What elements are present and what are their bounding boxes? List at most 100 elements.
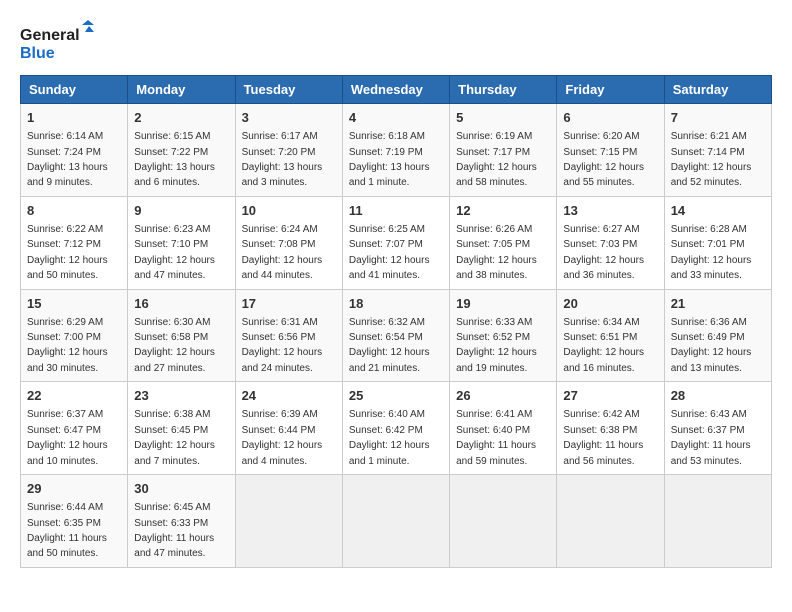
day-info: Sunrise: 6:36 AMSunset: 6:49 PMDaylight:… [671,317,752,374]
day-info: Sunrise: 6:33 AMSunset: 6:52 PMDaylight:… [456,317,537,374]
calendar-cell: 28 Sunrise: 6:43 AMSunset: 6:37 PMDaylig… [664,382,771,475]
day-info: Sunrise: 6:34 AMSunset: 6:51 PMDaylight:… [563,317,644,374]
day-info: Sunrise: 6:15 AMSunset: 7:22 PMDaylight:… [134,131,215,188]
calendar-cell: 4 Sunrise: 6:18 AMSunset: 7:19 PMDayligh… [342,104,449,197]
day-header-saturday: Saturday [664,76,771,104]
day-info: Sunrise: 6:44 AMSunset: 6:35 PMDaylight:… [27,502,107,559]
day-number: 8 [27,202,121,220]
calendar-cell: 26 Sunrise: 6:41 AMSunset: 6:40 PMDaylig… [450,382,557,475]
day-info: Sunrise: 6:23 AMSunset: 7:10 PMDaylight:… [134,224,215,281]
week-row-1: 1 Sunrise: 6:14 AMSunset: 7:24 PMDayligh… [21,104,772,197]
day-info: Sunrise: 6:21 AMSunset: 7:14 PMDaylight:… [671,131,752,188]
calendar-cell: 5 Sunrise: 6:19 AMSunset: 7:17 PMDayligh… [450,104,557,197]
calendar-cell: 27 Sunrise: 6:42 AMSunset: 6:38 PMDaylig… [557,382,664,475]
calendar-cell [664,475,771,568]
calendar-cell: 23 Sunrise: 6:38 AMSunset: 6:45 PMDaylig… [128,382,235,475]
day-info: Sunrise: 6:39 AMSunset: 6:44 PMDaylight:… [242,409,323,466]
day-number: 2 [134,109,228,127]
day-info: Sunrise: 6:20 AMSunset: 7:15 PMDaylight:… [563,131,644,188]
day-header-friday: Friday [557,76,664,104]
svg-text:Blue: Blue [20,45,55,62]
day-number: 13 [563,202,657,220]
day-number: 19 [456,295,550,313]
day-info: Sunrise: 6:22 AMSunset: 7:12 PMDaylight:… [27,224,108,281]
calendar-cell: 14 Sunrise: 6:28 AMSunset: 7:01 PMDaylig… [664,196,771,289]
calendar-cell: 29 Sunrise: 6:44 AMSunset: 6:35 PMDaylig… [21,475,128,568]
day-info: Sunrise: 6:18 AMSunset: 7:19 PMDaylight:… [349,131,430,188]
day-header-monday: Monday [128,76,235,104]
calendar-cell: 11 Sunrise: 6:25 AMSunset: 7:07 PMDaylig… [342,196,449,289]
calendar-cell [557,475,664,568]
day-header-thursday: Thursday [450,76,557,104]
day-info: Sunrise: 6:37 AMSunset: 6:47 PMDaylight:… [27,409,108,466]
day-number: 3 [242,109,336,127]
logo: General Blue [20,20,100,65]
day-info: Sunrise: 6:17 AMSunset: 7:20 PMDaylight:… [242,131,323,188]
calendar-cell: 3 Sunrise: 6:17 AMSunset: 7:20 PMDayligh… [235,104,342,197]
day-number: 18 [349,295,443,313]
day-number: 14 [671,202,765,220]
day-info: Sunrise: 6:41 AMSunset: 6:40 PMDaylight:… [456,409,536,466]
day-info: Sunrise: 6:28 AMSunset: 7:01 PMDaylight:… [671,224,752,281]
day-info: Sunrise: 6:40 AMSunset: 6:42 PMDaylight:… [349,409,430,466]
calendar-cell: 22 Sunrise: 6:37 AMSunset: 6:47 PMDaylig… [21,382,128,475]
calendar-cell: 30 Sunrise: 6:45 AMSunset: 6:33 PMDaylig… [128,475,235,568]
calendar-cell: 6 Sunrise: 6:20 AMSunset: 7:15 PMDayligh… [557,104,664,197]
day-info: Sunrise: 6:32 AMSunset: 6:54 PMDaylight:… [349,317,430,374]
calendar-cell: 19 Sunrise: 6:33 AMSunset: 6:52 PMDaylig… [450,289,557,382]
day-number: 26 [456,387,550,405]
week-row-2: 8 Sunrise: 6:22 AMSunset: 7:12 PMDayligh… [21,196,772,289]
day-info: Sunrise: 6:14 AMSunset: 7:24 PMDaylight:… [27,131,108,188]
calendar-cell: 7 Sunrise: 6:21 AMSunset: 7:14 PMDayligh… [664,104,771,197]
day-number: 25 [349,387,443,405]
day-number: 21 [671,295,765,313]
day-info: Sunrise: 6:19 AMSunset: 7:17 PMDaylight:… [456,131,537,188]
calendar-cell [450,475,557,568]
calendar-cell: 1 Sunrise: 6:14 AMSunset: 7:24 PMDayligh… [21,104,128,197]
svg-text:General: General [20,27,80,44]
calendar-cell [235,475,342,568]
week-row-3: 15 Sunrise: 6:29 AMSunset: 7:00 PMDaylig… [21,289,772,382]
day-number: 22 [27,387,121,405]
day-number: 16 [134,295,228,313]
day-number: 6 [563,109,657,127]
logo-icon: General Blue [20,20,100,65]
day-number: 12 [456,202,550,220]
calendar-cell: 17 Sunrise: 6:31 AMSunset: 6:56 PMDaylig… [235,289,342,382]
week-row-5: 29 Sunrise: 6:44 AMSunset: 6:35 PMDaylig… [21,475,772,568]
day-info: Sunrise: 6:29 AMSunset: 7:00 PMDaylight:… [27,317,108,374]
day-info: Sunrise: 6:38 AMSunset: 6:45 PMDaylight:… [134,409,215,466]
day-number: 28 [671,387,765,405]
day-number: 15 [27,295,121,313]
day-header-wednesday: Wednesday [342,76,449,104]
day-number: 23 [134,387,228,405]
day-number: 17 [242,295,336,313]
calendar-table: SundayMondayTuesdayWednesdayThursdayFrid… [20,75,772,568]
day-info: Sunrise: 6:30 AMSunset: 6:58 PMDaylight:… [134,317,215,374]
day-number: 30 [134,480,228,498]
day-number: 29 [27,480,121,498]
day-number: 24 [242,387,336,405]
calendar-cell: 9 Sunrise: 6:23 AMSunset: 7:10 PMDayligh… [128,196,235,289]
calendar-cell [342,475,449,568]
header-row: SundayMondayTuesdayWednesdayThursdayFrid… [21,76,772,104]
page-header: General Blue [20,20,772,65]
calendar-cell: 2 Sunrise: 6:15 AMSunset: 7:22 PMDayligh… [128,104,235,197]
day-info: Sunrise: 6:25 AMSunset: 7:07 PMDaylight:… [349,224,430,281]
day-info: Sunrise: 6:26 AMSunset: 7:05 PMDaylight:… [456,224,537,281]
day-header-tuesday: Tuesday [235,76,342,104]
day-header-sunday: Sunday [21,76,128,104]
day-info: Sunrise: 6:31 AMSunset: 6:56 PMDaylight:… [242,317,323,374]
day-number: 9 [134,202,228,220]
day-number: 10 [242,202,336,220]
calendar-cell: 25 Sunrise: 6:40 AMSunset: 6:42 PMDaylig… [342,382,449,475]
day-number: 5 [456,109,550,127]
day-number: 11 [349,202,443,220]
calendar-cell: 16 Sunrise: 6:30 AMSunset: 6:58 PMDaylig… [128,289,235,382]
day-number: 7 [671,109,765,127]
calendar-cell: 21 Sunrise: 6:36 AMSunset: 6:49 PMDaylig… [664,289,771,382]
calendar-cell: 15 Sunrise: 6:29 AMSunset: 7:00 PMDaylig… [21,289,128,382]
calendar-cell: 8 Sunrise: 6:22 AMSunset: 7:12 PMDayligh… [21,196,128,289]
day-info: Sunrise: 6:42 AMSunset: 6:38 PMDaylight:… [563,409,643,466]
calendar-cell: 13 Sunrise: 6:27 AMSunset: 7:03 PMDaylig… [557,196,664,289]
